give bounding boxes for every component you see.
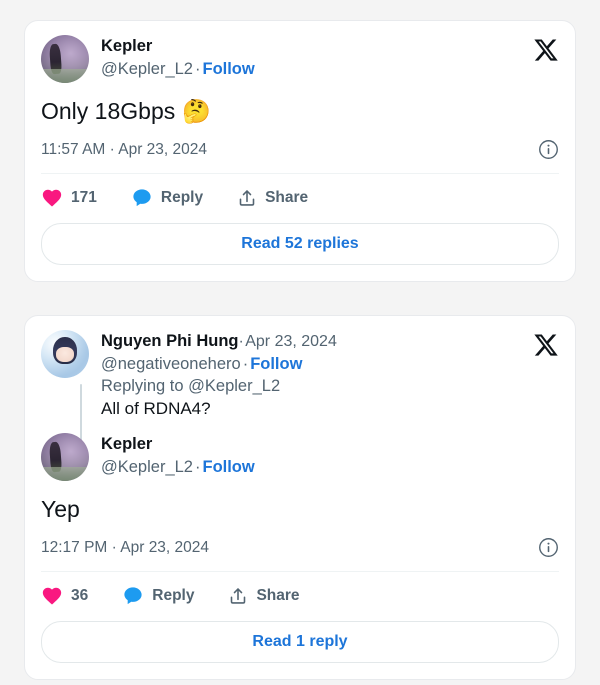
replying-to-line: Replying to @Kepler_L2: [101, 375, 337, 398]
x-logo-icon[interactable]: [533, 332, 559, 358]
replying-to-handle[interactable]: @Kepler_L2: [188, 377, 280, 395]
tweet-body-text: Yep: [41, 495, 559, 524]
tweet-text: Yep: [41, 495, 80, 524]
x-logo-icon[interactable]: [533, 37, 559, 63]
tweet-timestamp[interactable]: 11:57 AM · Apr 23, 2024: [41, 140, 207, 160]
tweet-card: Kepler @Kepler_L2·Follow Only 18Gbps 🤔 1…: [24, 20, 576, 282]
quoted-author-name-line: Nguyen Phi Hung· Apr 23, 2024: [101, 331, 337, 352]
quoted-author-handle[interactable]: @negativeonehero: [101, 355, 241, 373]
follow-button[interactable]: Follow: [202, 60, 254, 78]
tweet-body-text: Only 18Gbps 🤔: [41, 97, 559, 126]
share-arrow-icon: [237, 188, 257, 208]
share-button[interactable]: Share: [237, 188, 308, 208]
page-root: Kepler @Kepler_L2·Follow Only 18Gbps 🤔 1…: [0, 0, 600, 685]
quoted-follow-button[interactable]: Follow: [250, 355, 302, 373]
share-button[interactable]: Share: [228, 586, 299, 606]
display-name[interactable]: Kepler: [101, 435, 152, 453]
separator-dot: ·: [239, 333, 244, 350]
quoted-tweet-text-row: All of RDNA4?: [101, 397, 559, 420]
author-handle-line: @Kepler_L2·Follow: [101, 456, 255, 478]
quoted-author-names: Nguyen Phi Hung· Apr 23, 2024 @negativeo…: [101, 330, 337, 398]
avatar-kepler[interactable]: [41, 433, 89, 481]
share-label: Share: [265, 189, 308, 207]
share-arrow-icon: [228, 586, 248, 606]
avatar-kepler[interactable]: [41, 35, 89, 83]
tweet-header: Kepler @Kepler_L2·Follow: [41, 35, 559, 83]
quoted-display-name[interactable]: Nguyen Phi Hung: [101, 332, 239, 350]
timestamp-row: 12:17 PM · Apr 23, 2024: [41, 537, 559, 558]
action-bar: 36 Reply Share: [41, 585, 559, 607]
tweet-timestamp[interactable]: 12:17 PM · Apr 23, 2024: [41, 538, 209, 558]
info-circle-icon[interactable]: [538, 537, 559, 558]
tweet-header: Kepler @Kepler_L2·Follow: [41, 433, 559, 481]
tweet-card: Nguyen Phi Hung· Apr 23, 2024 @negativeo…: [24, 315, 576, 680]
display-name[interactable]: Kepler: [101, 37, 152, 55]
heart-icon: [41, 187, 63, 209]
speech-bubble-icon: [131, 187, 153, 209]
speech-bubble-icon: [122, 585, 144, 607]
author-name-line: Kepler: [101, 434, 255, 455]
info-circle-icon[interactable]: [538, 139, 559, 160]
replying-to-prefix: Replying to: [101, 377, 188, 395]
share-label: Share: [256, 587, 299, 605]
separator-dot: ·: [241, 355, 251, 373]
like-count: 171: [71, 189, 97, 207]
like-button[interactable]: 171: [41, 187, 97, 209]
author-names: Kepler @Kepler_L2·Follow: [101, 433, 255, 478]
reply-label: Reply: [161, 189, 203, 207]
author-handle-line: @Kepler_L2·Follow: [101, 58, 255, 80]
divider: [41, 173, 559, 174]
thinking-face-emoji: 🤔: [182, 100, 211, 123]
like-count: 36: [71, 587, 88, 605]
action-bar: 171 Reply Share: [41, 187, 559, 209]
author-handle[interactable]: @Kepler_L2: [101, 60, 193, 78]
quoted-author-handle-line: @negativeonehero·Follow: [101, 353, 337, 375]
heart-icon: [41, 585, 63, 607]
tweet-text: Only 18Gbps: [41, 97, 175, 126]
author-handle[interactable]: @Kepler_L2: [101, 458, 193, 476]
quoted-tweet-body: All of RDNA4?: [101, 397, 559, 420]
timestamp-row: 11:57 AM · Apr 23, 2024: [41, 139, 559, 160]
quoted-tweet-header: Nguyen Phi Hung· Apr 23, 2024 @negativeo…: [41, 330, 559, 398]
author-name-line: Kepler: [101, 36, 255, 57]
author-names: Kepler @Kepler_L2·Follow: [101, 35, 255, 80]
like-button[interactable]: 36: [41, 585, 88, 607]
avatar-nguyen-phi-hung[interactable]: [41, 330, 89, 378]
follow-button[interactable]: Follow: [202, 458, 254, 476]
reply-button[interactable]: Reply: [122, 585, 194, 607]
read-replies-button[interactable]: Read 1 reply: [41, 621, 559, 663]
quoted-tweet-text: All of RDNA4?: [101, 397, 211, 420]
quoted-date: Apr 23, 2024: [245, 333, 337, 350]
divider: [41, 571, 559, 572]
read-replies-button[interactable]: Read 52 replies: [41, 223, 559, 265]
reply-button[interactable]: Reply: [131, 187, 203, 209]
reply-label: Reply: [152, 587, 194, 605]
